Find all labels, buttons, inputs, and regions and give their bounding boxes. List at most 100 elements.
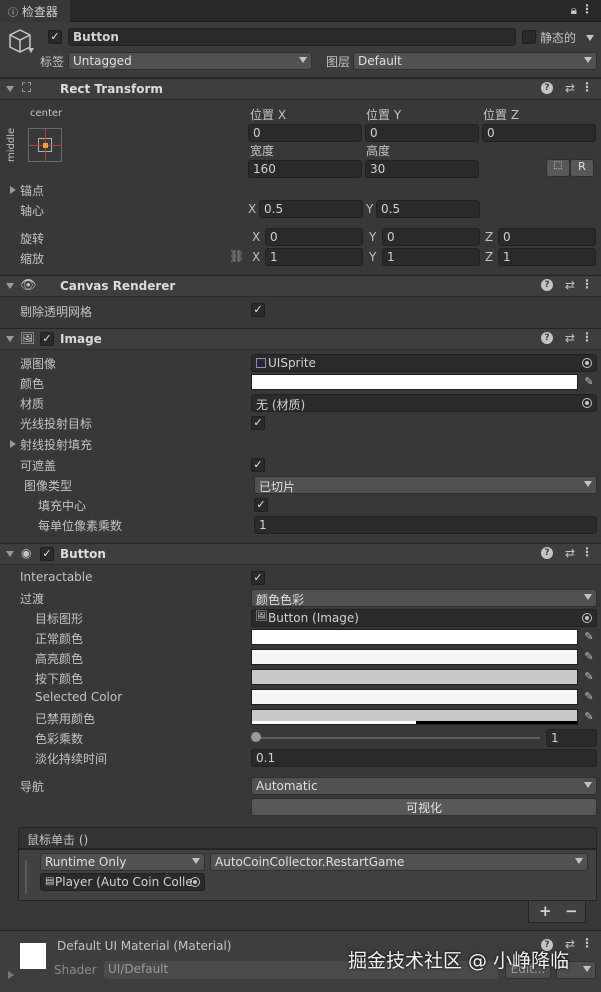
object-picker-icon[interactable]: [582, 398, 592, 408]
function-dropdown[interactable]: AutoCoinCollector.RestartGame: [210, 853, 588, 871]
fill-center-checkbox[interactable]: ✓: [254, 498, 268, 512]
rot-z-field[interactable]: 0: [498, 228, 596, 246]
blueprint-button[interactable]: ⬚: [546, 159, 570, 177]
layer-dropdown[interactable]: Default: [353, 52, 597, 70]
posx-field[interactable]: 0: [248, 124, 362, 142]
tag-dropdown[interactable]: Untagged: [68, 52, 312, 70]
scale-y-field[interactable]: 1: [382, 248, 480, 266]
visualize-button[interactable]: 可视化: [251, 798, 597, 816]
raycast-padding-label[interactable]: 射线投射填充: [9, 436, 92, 453]
rot-x-field[interactable]: 0: [265, 228, 363, 246]
lock-icon[interactable]: 🔒︎: [571, 3, 577, 18]
static-checkbox[interactable]: [522, 30, 536, 44]
anchor-preset-button[interactable]: [28, 128, 62, 162]
multiplier-field[interactable]: 1: [546, 729, 597, 747]
canvas-renderer-header[interactable]: 👁︎ Canvas Renderer ? ⇄ ⋮: [0, 275, 601, 297]
object-picker-icon[interactable]: [582, 358, 592, 368]
preset-icon[interactable]: ⇄: [565, 278, 575, 292]
inspector-tab[interactable]: ⓘ 检查器: [0, 0, 70, 22]
eyedropper-icon[interactable]: ✎: [581, 710, 597, 726]
color-swatch[interactable]: [251, 374, 578, 390]
height-field[interactable]: 30: [365, 160, 479, 178]
more-icon[interactable]: ⋮: [581, 545, 593, 559]
alpha-bar-white: [252, 721, 416, 724]
active-checkbox[interactable]: ✓: [48, 30, 62, 44]
button-enabled-checkbox[interactable]: ✓: [40, 547, 54, 561]
eyedropper-icon[interactable]: ✎: [581, 375, 597, 391]
ppu-field[interactable]: 1: [254, 516, 597, 534]
disabled-color-swatch[interactable]: [251, 709, 578, 725]
pivot-x-field[interactable]: 0.5: [259, 200, 363, 218]
image-header[interactable]: 🖼︎ ✓ Image ? ⇄ ⋮: [0, 328, 601, 350]
material-field[interactable]: 无 (材质): [251, 394, 597, 412]
source-image-field[interactable]: UISprite: [251, 354, 597, 372]
selected-color-swatch[interactable]: [251, 689, 578, 705]
more-icon[interactable]: ⋮: [581, 277, 593, 291]
fade-duration-field[interactable]: 0.1: [251, 749, 597, 767]
object-picker-icon[interactable]: [190, 877, 200, 887]
eyedropper-icon[interactable]: ✎: [581, 650, 597, 666]
raw-edit-button[interactable]: R: [570, 159, 594, 177]
posz-field[interactable]: 0: [482, 124, 596, 142]
footer-fold-arrow[interactable]: [8, 971, 14, 979]
cull-checkbox[interactable]: ✓: [251, 303, 265, 317]
help-icon[interactable]: ?: [541, 279, 553, 291]
static-dropdown-arrow[interactable]: [586, 35, 594, 41]
posy-field[interactable]: 0: [365, 124, 479, 142]
more-icon[interactable]: ⋮: [581, 936, 593, 950]
highlight-color-label: 高亮颜色: [35, 652, 84, 666]
image-type-dropdown[interactable]: 已切片: [254, 476, 597, 494]
rot-y-field[interactable]: 0: [382, 228, 480, 246]
eyedropper-icon[interactable]: ✎: [581, 670, 597, 686]
help-icon[interactable]: ?: [541, 332, 553, 344]
interactable-checkbox[interactable]: ✓: [251, 571, 265, 585]
width-field[interactable]: 160: [248, 160, 362, 178]
scale-x-field[interactable]: 1: [265, 248, 363, 266]
fold-arrow-icon[interactable]: [6, 336, 14, 342]
anchors-label[interactable]: 锚点: [9, 182, 44, 199]
target-object-field[interactable]: ▤ Player (Auto Coin Colle: [40, 873, 205, 891]
help-icon[interactable]: ?: [541, 82, 553, 94]
preset-icon[interactable]: ⇄: [565, 546, 575, 560]
rot-x-label: X: [252, 230, 261, 244]
menu-icon[interactable]: ⋮: [581, 2, 593, 16]
normal-color-swatch[interactable]: [251, 629, 578, 645]
target-graphic-field[interactable]: 🖼︎ Button (Image): [251, 609, 597, 627]
maskable-checkbox[interactable]: ✓: [251, 458, 265, 472]
preset-icon[interactable]: ⇄: [565, 331, 575, 345]
multiplier-slider-track[interactable]: [256, 737, 540, 739]
more-icon[interactable]: ⋮: [581, 80, 593, 94]
more-icon[interactable]: ⋮: [581, 330, 593, 344]
object-picker-icon[interactable]: [582, 613, 592, 623]
button-header[interactable]: ◉ ✓ Button ? ⇄ ⋮: [0, 543, 601, 565]
help-icon[interactable]: ?: [541, 547, 553, 559]
add-listener-button[interactable]: +: [539, 902, 552, 920]
image-enabled-checkbox[interactable]: ✓: [40, 332, 54, 346]
multiplier-slider-handle[interactable]: [251, 732, 261, 742]
preset-icon[interactable]: ⇄: [565, 81, 575, 95]
fold-arrow-icon[interactable]: [6, 86, 14, 92]
transition-dropdown[interactable]: 颜色色彩: [251, 589, 597, 607]
remove-listener-button[interactable]: −: [565, 902, 578, 920]
object-name-field[interactable]: Button: [68, 28, 516, 46]
drag-handle[interactable]: [25, 860, 27, 894]
runtime-dropdown[interactable]: Runtime Only: [40, 853, 205, 871]
static-label: 静态的: [540, 31, 577, 45]
highlight-color-swatch[interactable]: [251, 649, 578, 665]
fold-arrow-icon[interactable]: [6, 283, 14, 289]
script-icon: ▤: [45, 876, 55, 887]
navigation-dropdown[interactable]: Automatic: [251, 777, 597, 795]
scale-z-field[interactable]: 1: [498, 248, 596, 266]
pivot-label: 轴心: [20, 204, 45, 218]
constrain-proportions-icon[interactable]: ⛓︎: [229, 249, 244, 263]
rect-transform-header[interactable]: ⛶ Rect Transform ? ⇄ ⋮: [0, 78, 601, 100]
raycast-target-checkbox[interactable]: ✓: [251, 416, 265, 430]
eyedropper-icon[interactable]: ✎: [581, 690, 597, 706]
eyedropper-icon[interactable]: ✎: [581, 630, 597, 646]
pivot-y-field[interactable]: 0.5: [376, 200, 480, 218]
source-image-value: UISprite: [268, 356, 316, 370]
button-component-icon: ◉: [21, 546, 32, 560]
fold-arrow-icon[interactable]: [6, 551, 14, 557]
pressed-color-swatch[interactable]: [251, 669, 578, 685]
icon-dropdown-arrow[interactable]: [28, 48, 34, 53]
